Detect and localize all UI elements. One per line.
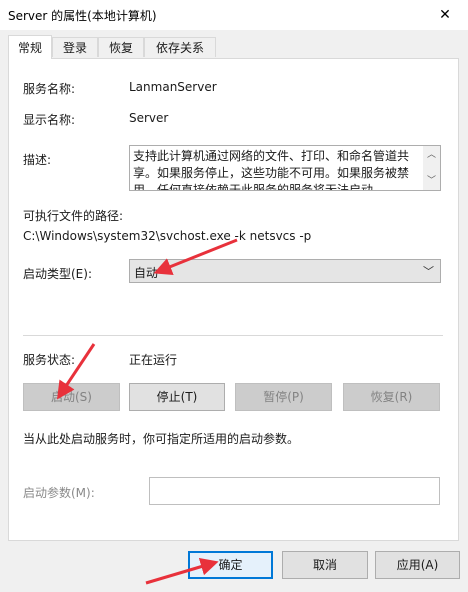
startup-type-select[interactable]: 自动 ﹀	[129, 259, 441, 283]
scroll-down-icon[interactable]: ﹀	[423, 174, 440, 188]
apply-button[interactable]: 应用(A)	[375, 551, 460, 579]
service-status-label: 服务状态:	[23, 353, 76, 367]
close-icon: ✕	[439, 7, 451, 23]
description-label: 描述:	[23, 153, 52, 167]
exe-path-label: 可执行文件的路径:	[23, 209, 124, 223]
stop-button[interactable]: 停止(T)	[129, 383, 225, 411]
window-title: Server 的属性(本地计算机)	[8, 9, 157, 23]
description-scrollbar[interactable]: ︿ ﹀	[423, 146, 440, 190]
start-params-label: 启动参数(M):	[23, 486, 95, 500]
start-params-hint: 当从此处启动服务时，你可指定所适用的启动参数。	[23, 432, 300, 446]
description-text: 支持此计算机通过网络的文件、打印、和命名管道共享。如果服务停止，这些功能不可用。…	[133, 149, 410, 191]
display-name-label: 显示名称:	[23, 113, 76, 127]
title-bar: Server 的属性(本地计算机) ✕	[0, 0, 468, 30]
cancel-button[interactable]: 取消	[282, 551, 368, 579]
chevron-down-icon: ﹀	[423, 265, 434, 278]
tab-logon[interactable]: 登录	[52, 37, 98, 57]
service-properties-dialog: Server 的属性(本地计算机) ✕ 常规 登录 恢复 依存关系 服务名称: …	[0, 0, 468, 592]
service-status-value: 正在运行	[129, 353, 178, 367]
close-button[interactable]: ✕	[422, 0, 468, 30]
section-divider	[23, 335, 443, 336]
ok-button[interactable]: 确定	[188, 551, 273, 579]
startup-type-value: 自动	[134, 266, 159, 280]
service-name-label: 服务名称:	[23, 82, 76, 96]
startup-type-label: 启动类型(E):	[23, 267, 92, 281]
exe-path-value: C:\Windows\system32\svchost.exe -k netsv…	[23, 229, 312, 243]
description-box[interactable]: 支持此计算机通过网络的文件、打印、和命名管道共享。如果服务停止，这些功能不可用。…	[129, 145, 441, 191]
scroll-up-icon[interactable]: ︿	[423, 148, 440, 162]
start-params-input[interactable]	[149, 477, 440, 505]
resume-button[interactable]: 恢复(R)	[343, 383, 440, 411]
tab-general[interactable]: 常规	[8, 35, 52, 59]
general-tab-panel: 服务名称: LanmanServer 显示名称: Server 描述: 支持此计…	[8, 58, 459, 541]
tab-dependencies[interactable]: 依存关系	[144, 37, 216, 57]
display-name-value: Server	[129, 111, 169, 125]
start-button[interactable]: 启动(S)	[23, 383, 120, 411]
pause-button[interactable]: 暂停(P)	[235, 383, 332, 411]
service-name-value: LanmanServer	[129, 80, 217, 94]
tab-recovery[interactable]: 恢复	[98, 37, 144, 57]
